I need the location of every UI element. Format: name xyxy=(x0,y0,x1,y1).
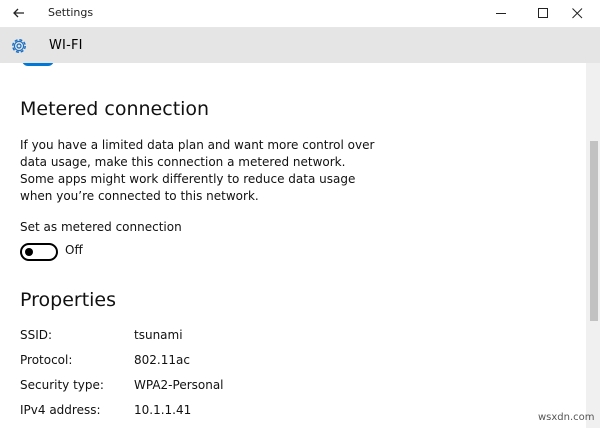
settings-content: Metered connection If you have a limited… xyxy=(0,63,586,428)
metered-description: If you have a limited data plan and want… xyxy=(20,138,375,203)
minimize-button[interactable] xyxy=(480,0,524,27)
page-header: WI-FI xyxy=(0,28,600,63)
previous-toggle-partial[interactable] xyxy=(22,63,54,66)
metered-heading: Metered connection xyxy=(20,98,210,120)
window-title: Settings xyxy=(48,6,94,19)
minimize-icon xyxy=(496,13,506,14)
scrollbar-thumb[interactable] xyxy=(590,141,598,321)
metered-toggle-state: Off xyxy=(65,243,83,257)
page-title: WI-FI xyxy=(49,38,83,53)
ssid-label: SSID: xyxy=(20,328,53,342)
ipv4-address-label: IPv4 address: xyxy=(20,403,101,417)
maximize-icon xyxy=(538,8,548,18)
back-button[interactable] xyxy=(8,3,32,23)
ssid-value: tsunami xyxy=(134,328,183,342)
security-type-label: Security type: xyxy=(20,378,104,392)
watermark: wsxdn.com xyxy=(538,412,595,423)
title-bar: Settings xyxy=(0,0,600,28)
toggle-knob xyxy=(25,248,33,256)
ipv4-address-value: 10.1.1.41 xyxy=(134,403,192,417)
gear-icon xyxy=(12,39,26,53)
security-type-value: WPA2-Personal xyxy=(134,378,224,392)
back-arrow-icon xyxy=(13,8,24,18)
protocol-label: Protocol: xyxy=(20,353,73,367)
close-button[interactable] xyxy=(556,0,600,27)
close-icon xyxy=(572,8,583,19)
metered-toggle-label: Set as metered connection xyxy=(20,220,182,234)
protocol-value: 802.11ac xyxy=(134,353,190,367)
properties-heading: Properties xyxy=(20,289,117,311)
metered-toggle[interactable] xyxy=(20,243,58,261)
